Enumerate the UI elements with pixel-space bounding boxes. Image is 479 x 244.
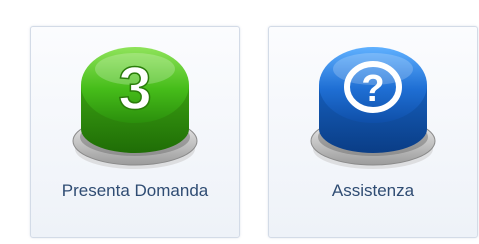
three-glyph: 3 xyxy=(118,55,151,122)
presenta-domanda-tile[interactable]: 3 Presenta Domanda xyxy=(30,26,240,238)
assistenza-tile[interactable]: ? Assistenza xyxy=(268,26,478,238)
presenta-domanda-label: Presenta Domanda xyxy=(61,181,209,200)
question-glyph: ? xyxy=(361,68,384,110)
number-three-button-icon[interactable]: 3 xyxy=(65,41,205,173)
assistenza-label: Assistenza xyxy=(331,181,415,200)
help-question-button-icon[interactable]: ? xyxy=(303,41,443,173)
